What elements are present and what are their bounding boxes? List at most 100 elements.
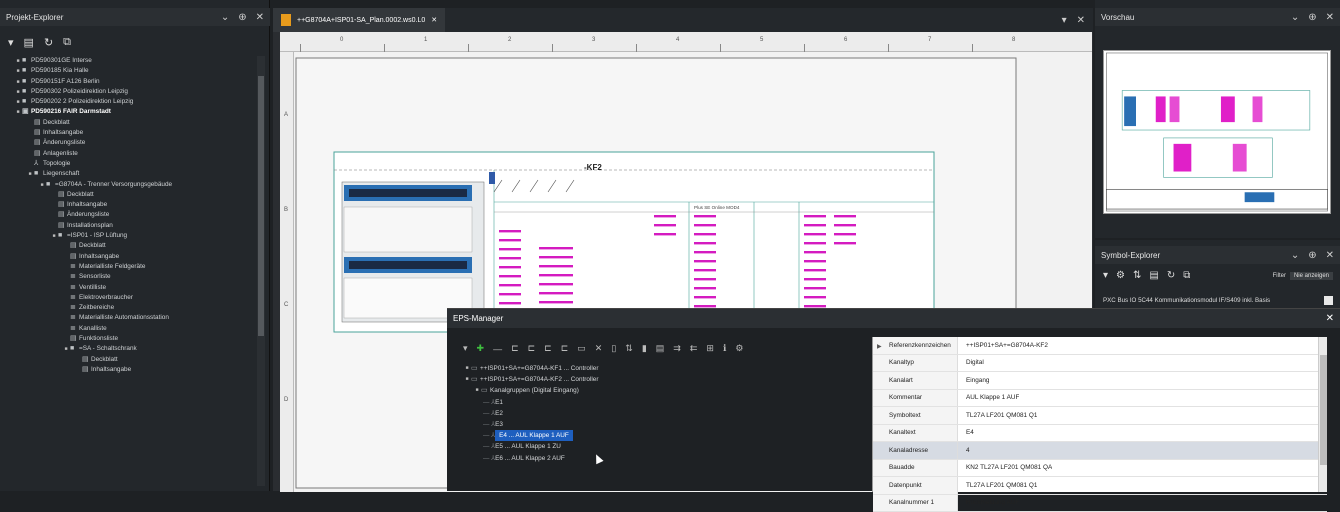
tree-item[interactable]: ≣Zeitbereiche: [0, 303, 256, 313]
expand-icon[interactable]: ▾: [8, 36, 14, 49]
tree-item[interactable]: ≣Materialliste Feldgeräte: [0, 262, 256, 272]
close-icon[interactable]: ✕: [1326, 250, 1334, 261]
property-row[interactable]: DatenpunktTL27A LF201 QM081 Q1: [873, 477, 1327, 495]
new-page-icon[interactable]: ▤: [1149, 270, 1158, 281]
copy-icon[interactable]: ⧉: [1183, 270, 1190, 281]
expander-icon[interactable]: ■: [14, 66, 22, 76]
tree-item[interactable]: ▤Änderungsliste: [0, 210, 256, 220]
eps-tree-item[interactable]: ■▭Kanalgruppen (Digital Eingang): [463, 385, 863, 396]
expander-icon[interactable]: ■: [38, 180, 46, 190]
tree-item[interactable]: ▤Installationsplan: [0, 221, 256, 231]
property-value[interactable]: TL27A LF201 QM081 Q1: [958, 412, 1037, 419]
property-value[interactable]: TL27A LF201 QM081 Q1: [958, 482, 1037, 489]
tree-item[interactable]: ⅄Topologie: [0, 159, 256, 169]
tree-item[interactable]: ▤Deckblatt: [0, 355, 256, 365]
expander-icon[interactable]: ■: [14, 97, 22, 107]
close-icon[interactable]: ✕: [1326, 12, 1334, 23]
chevron-down-icon[interactable]: ⌄: [1291, 12, 1299, 23]
expand-icon[interactable]: ▾: [463, 343, 468, 354]
insert-channel-icon[interactable]: ⊏: [511, 343, 519, 354]
eps-tree-item[interactable]: — ⅄ E4 ... AUL Klappe 1 AUF: [463, 430, 863, 441]
tree-item[interactable]: ▤Deckblatt: [0, 118, 256, 128]
tree-item[interactable]: ■■PD590301GE Interse: [0, 56, 256, 66]
expand-icon[interactable]: ▾: [1103, 270, 1108, 281]
tree-item[interactable]: ≣Sensorliste: [0, 272, 256, 282]
tree-item[interactable]: ■■=ISP01 - ISP Lüftung: [0, 231, 256, 241]
add-icon[interactable]: ✚: [477, 343, 485, 354]
eps-tree-item[interactable]: — ⅄ E3: [463, 419, 863, 430]
property-row[interactable]: Kanalnummer 1Rückmeldung AUF: [873, 495, 1327, 512]
expander-icon[interactable]: ■: [50, 231, 58, 241]
page-icon[interactable]: ▤: [656, 343, 665, 354]
property-row[interactable]: KanalartEingang: [873, 372, 1327, 390]
property-value[interactable]: Rückmeldung AUF: [958, 499, 1019, 506]
export-icon[interactable]: ⇉: [673, 343, 681, 354]
expander-icon[interactable]: ■: [463, 363, 471, 374]
property-value[interactable]: ++ISP01+SA+=G8704A-KF2: [958, 342, 1048, 349]
copy-icon[interactable]: ⧉: [63, 36, 71, 49]
property-row[interactable]: Kanaladresse4: [873, 442, 1327, 460]
refresh-icon[interactable]: ↻: [44, 36, 53, 49]
property-row[interactable]: Referenzkennzeichen++ISP01+SA+=G8704A-KF…: [873, 337, 1327, 355]
property-row[interactable]: KanaltypDigital: [873, 355, 1327, 373]
new-page-icon[interactable]: ▤: [24, 36, 34, 49]
expander-icon[interactable]: ■: [14, 87, 22, 97]
sort-icon[interactable]: ⇅: [625, 343, 633, 354]
symbol-list-item[interactable]: PXC Bus IO 5C44 Kommunikationsmodul IF/S…: [1103, 296, 1333, 305]
tree-item[interactable]: ▤Inhaltsangabe: [0, 365, 256, 375]
expander-icon[interactable]: ■: [473, 385, 481, 396]
insert-sub-icon[interactable]: ⊏: [544, 343, 552, 354]
close-icon[interactable]: ✕: [1077, 15, 1085, 26]
settings-icon[interactable]: ⚙: [735, 343, 743, 354]
eps-tree-item[interactable]: — ⅄ E1: [463, 397, 863, 408]
close-icon[interactable]: ✕: [431, 16, 437, 24]
pin-icon[interactable]: ⊕: [1308, 250, 1316, 261]
import-icon[interactable]: ⇇: [690, 343, 698, 354]
property-value[interactable]: Eingang: [958, 377, 989, 384]
property-value[interactable]: AUL Klappe 1 AUF: [958, 394, 1019, 401]
close-icon[interactable]: ✕: [256, 12, 264, 23]
tree-item[interactable]: ▤Funktionsliste: [0, 334, 256, 344]
eps-tree-item[interactable]: — ⅄ E2: [463, 408, 863, 419]
pin-icon[interactable]: ⊕: [1308, 12, 1316, 23]
property-row[interactable]: SymboltextTL27A LF201 QM081 Q1: [873, 407, 1327, 425]
eps-tree-item[interactable]: ■▭++ISP01+SA+=G8704A-KF1 ... Controller: [463, 363, 863, 374]
property-row[interactable]: KanaltextE4: [873, 425, 1327, 443]
property-value[interactable]: E4: [958, 429, 974, 436]
move-icon[interactable]: ⊏: [561, 343, 569, 354]
close-icon[interactable]: ✕: [1326, 313, 1334, 324]
delete-icon[interactable]: ▮: [642, 343, 647, 354]
pin-icon[interactable]: ⊕: [238, 12, 246, 23]
refresh-icon[interactable]: ↻: [1167, 270, 1175, 281]
expander-icon[interactable]: ■: [14, 77, 22, 87]
preview-thumbnail[interactable]: [1103, 50, 1331, 214]
property-row[interactable]: KommentarAUL Klappe 1 AUF: [873, 390, 1327, 408]
remove-icon[interactable]: —: [493, 344, 502, 354]
tree-item[interactable]: ■▣PD590216 FAIR Darmstadt: [0, 107, 256, 117]
expander-icon[interactable]: ■: [26, 169, 34, 179]
expander-icon[interactable]: ■: [463, 374, 471, 385]
tree-item[interactable]: ▤Anlagenliste: [0, 149, 256, 159]
tree-item[interactable]: ■■Liegenschaft: [0, 169, 256, 179]
tree-item[interactable]: ■■=G8704A - Trenner Versorgungsgebäude: [0, 180, 256, 190]
tree-item[interactable]: ≣Ventilliste: [0, 283, 256, 293]
tree-item[interactable]: ▤Deckblatt: [0, 190, 256, 200]
chevron-down-icon[interactable]: ⌄: [221, 12, 229, 23]
chevron-down-icon[interactable]: ▾: [1062, 15, 1067, 26]
wiring-icon[interactable]: ⊞: [706, 343, 714, 354]
tree-item[interactable]: ≣Elektroverbraucher: [0, 293, 256, 303]
insert-group-icon[interactable]: ⊏: [528, 343, 536, 354]
expander-icon[interactable]: ■: [62, 344, 70, 354]
property-value[interactable]: Digital: [958, 359, 984, 366]
property-grid-scrollbar[interactable]: [1318, 337, 1327, 492]
tree-item[interactable]: ▤Inhaltsangabe: [0, 252, 256, 262]
eps-tree-item[interactable]: ■▭++ISP01+SA+=G8704A-KF2 ... Controller: [463, 374, 863, 385]
filter-dropdown[interactable]: Nie anzeigen: [1290, 272, 1333, 280]
chevron-down-icon[interactable]: ⌄: [1291, 250, 1299, 261]
eps-tree-item[interactable]: — ⅄ E5 ... AUL Klappe 1 ZU: [463, 441, 863, 452]
copy-icon[interactable]: ▯: [611, 343, 616, 354]
settings-icon[interactable]: ⚙: [1116, 270, 1125, 281]
frame-icon[interactable]: ▭: [577, 343, 586, 354]
sort-icon[interactable]: ⇅: [1133, 270, 1141, 281]
expander-icon[interactable]: ■: [14, 56, 22, 66]
